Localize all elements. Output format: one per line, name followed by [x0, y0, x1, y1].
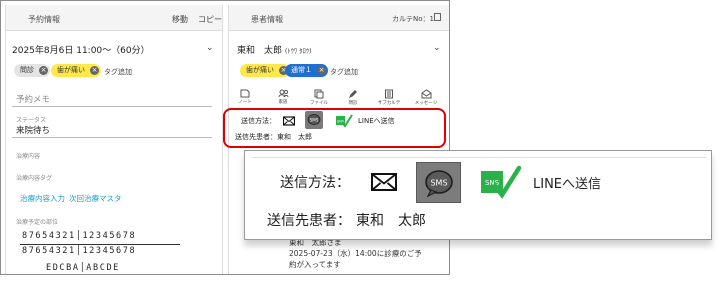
reservation-title: 予約情報	[28, 15, 60, 24]
patient-header: 患者情報 カルテNo：1	[229, 5, 449, 31]
message-button[interactable]: メッセージ	[412, 89, 440, 106]
zoom-recipient-label: 送信先患者：	[267, 213, 351, 229]
message-label: メッセージ	[414, 101, 438, 106]
memo-field[interactable]: 予約メモ	[16, 93, 50, 105]
sms-button[interactable]: SMS	[416, 162, 461, 203]
patient-name: 東和 太郎 (ﾄｳﾜ ﾀﾛｳ)	[237, 43, 312, 56]
tooth-chart-letters[interactable]: EDCBA│ABCDE	[46, 263, 120, 273]
sub-karte-label: サブカルテ	[377, 101, 401, 106]
reservation-panel: 予約情報 移動 コピー 2025年8月6日 11:00～（60分） ⌄ 問診 × …	[5, 5, 223, 274]
chevron-down-icon[interactable]: ⌄	[433, 43, 441, 53]
file-icon	[314, 89, 324, 99]
tag-label: 歯が痛い	[57, 66, 85, 74]
zoom-callout: 送信方法： SMS SNS LINEへ送信 送信先患者： 東和 太郎	[244, 150, 712, 240]
note-label: ノート	[238, 100, 252, 105]
planned-site-label: 治療予定の部位	[16, 219, 59, 226]
tooth-chart-lower[interactable]: 87654321│12345678	[22, 246, 136, 256]
close-icon[interactable]: ×	[317, 66, 326, 75]
copy-icon[interactable]	[434, 13, 441, 21]
add-tag-button[interactable]: タグ追加	[330, 67, 358, 77]
reservation-datetime[interactable]: 2025年8月6日 11:00～（60分）	[12, 43, 150, 56]
mail-open-icon	[421, 89, 431, 99]
mail-icon[interactable]	[371, 172, 397, 192]
file-label: ファイル	[310, 101, 328, 106]
zoom-inner: 送信方法： SMS SNS LINEへ送信 送信先患者： 東和 太郎	[253, 157, 706, 237]
note-button[interactable]: ノート	[231, 89, 259, 105]
patient-title: 患者情報	[251, 15, 283, 24]
sms-bubble-icon: SMS	[425, 170, 453, 198]
close-icon[interactable]: ×	[90, 66, 99, 75]
patient-kana: (ﾄｳﾜ ﾀﾛｳ)	[284, 47, 312, 55]
tag-label: 歯が痛い	[246, 66, 274, 74]
file-button[interactable]: ファイル	[305, 89, 333, 106]
memo-underline	[12, 106, 212, 107]
message-line: 2025-07-23（水）14:00に診療のご予	[289, 249, 422, 258]
treatment-tag-label: 治療内容タグ	[16, 175, 53, 182]
highlight-box	[223, 108, 446, 148]
status-underline	[12, 137, 212, 138]
move-button[interactable]: 移動	[172, 14, 188, 25]
reservation-header: 予約情報 移動 コピー	[6, 5, 222, 31]
treatment-input-link[interactable]: 治療内容入力	[20, 193, 65, 204]
tag-chip[interactable]: 歯が痛い ×	[240, 64, 290, 77]
sns-check-icon[interactable]: SNS	[479, 164, 524, 202]
sub-karte-icon	[385, 89, 393, 99]
zoom-recipient-name: 東和 太郎	[356, 213, 426, 229]
patient-name-text: 東和 太郎	[237, 46, 283, 56]
zoom-send-method-label: 送信方法：	[280, 175, 350, 191]
tag-chip[interactable]: 通常１ ×	[285, 64, 328, 77]
karte-number: カルテNo：1	[392, 15, 434, 23]
tag-chip[interactable]: 問診 ×	[14, 64, 50, 77]
family-icon	[278, 89, 288, 98]
tag-label: 通常１	[291, 66, 312, 74]
close-icon[interactable]: ×	[39, 66, 48, 75]
chevron-down-icon[interactable]: ⌄	[206, 43, 214, 53]
copy-button[interactable]: コピー	[198, 14, 222, 25]
tag-label: 問診	[20, 66, 34, 74]
status-label: ステータス	[16, 117, 47, 124]
sms-text: SMS	[430, 179, 447, 188]
treatment-label: 治療内容	[16, 153, 41, 160]
questionnaire-button[interactable]: 問診	[339, 89, 367, 106]
tag-chip[interactable]: 歯が痛い ×	[51, 64, 101, 77]
sub-karte-button[interactable]: サブカルテ	[375, 89, 403, 106]
family-button[interactable]: 家族	[269, 89, 297, 105]
family-label: 家族	[278, 100, 288, 105]
message-line: 約が入ってます	[289, 260, 341, 269]
pencil-icon	[349, 90, 357, 98]
next-treatment-master-link[interactable]: 次回治療マスタ	[69, 193, 122, 204]
note-icon	[240, 89, 250, 98]
status-select[interactable]: 来院待ち	[16, 124, 50, 136]
questionnaire-label: 問診	[348, 101, 358, 106]
tooth-chart-line	[20, 244, 180, 245]
message-preview: 東和 太郎さま 2025-07-23（水）14:00に診療のご予 約が入ってます	[289, 237, 422, 270]
add-tag-button[interactable]: タグ追加	[104, 67, 132, 77]
zoom-line-send-label[interactable]: LINEへ送信	[533, 173, 601, 192]
tooth-chart-upper[interactable]: 87654321│12345678	[22, 231, 136, 241]
